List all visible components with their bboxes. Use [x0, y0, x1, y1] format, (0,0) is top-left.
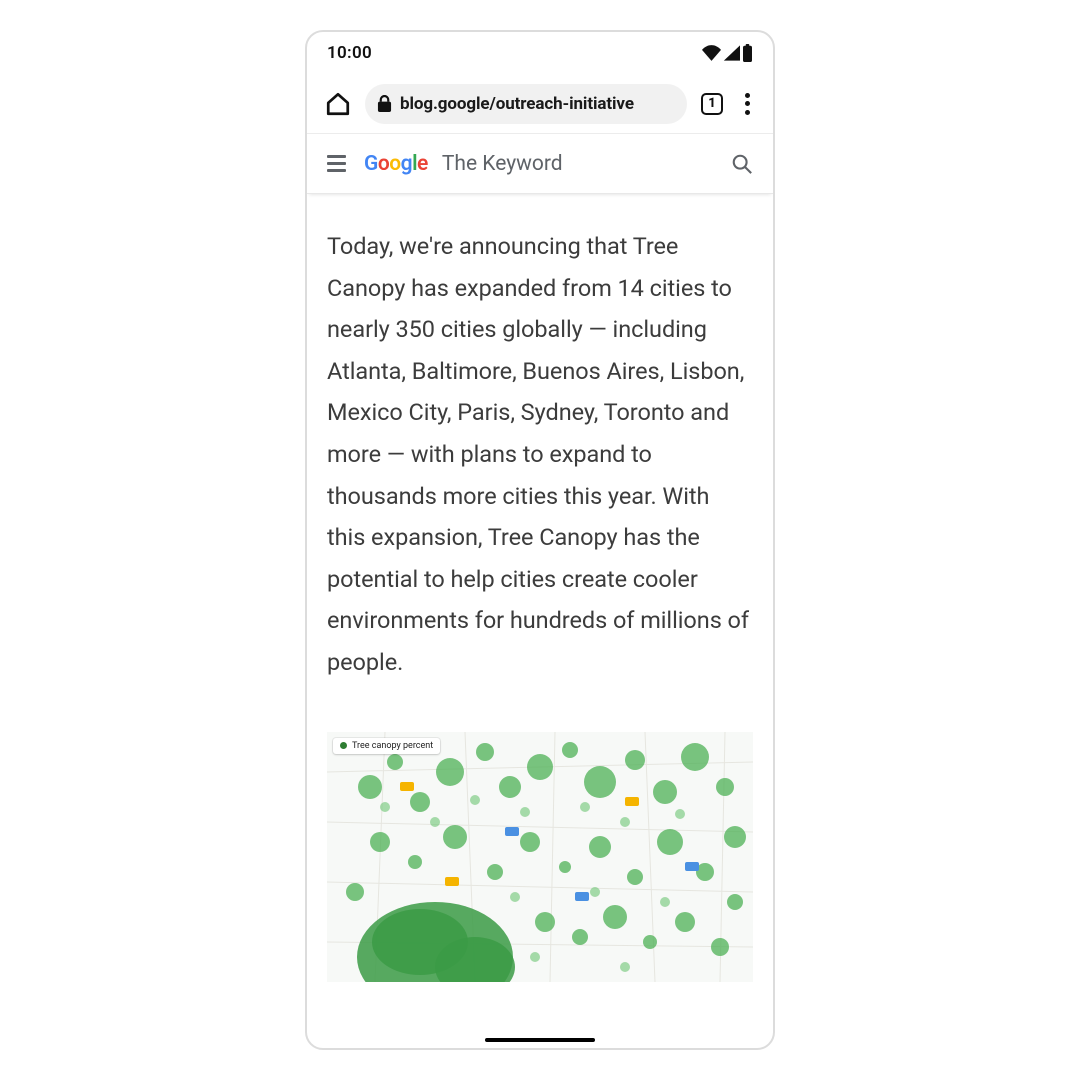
url-bar[interactable]: blog.google/outreach-initiative: [365, 84, 687, 124]
search-icon[interactable]: [731, 153, 753, 175]
browser-toolbar: blog.google/outreach-initiative 1: [307, 74, 773, 134]
map-legend: Tree canopy percent: [333, 738, 440, 754]
status-bar: 10:00: [307, 32, 773, 74]
status-icons: [702, 44, 753, 62]
site-title[interactable]: The Keyword: [442, 152, 563, 176]
tree-canopy-map[interactable]: Tree canopy percent: [327, 732, 753, 982]
home-icon[interactable]: [325, 91, 351, 117]
battery-icon: [742, 44, 753, 62]
tab-switcher[interactable]: 1: [701, 93, 723, 115]
map-image: [327, 732, 753, 982]
wifi-icon: [702, 45, 721, 61]
phone-frame: 10:00 blog.google/outreach-initiative 1 …: [305, 30, 775, 1050]
overflow-menu-icon[interactable]: [737, 89, 757, 119]
legend-label: Tree canopy percent: [352, 741, 433, 751]
url-text: blog.google/outreach-initiative: [400, 94, 634, 114]
google-logo[interactable]: Google: [364, 152, 428, 176]
gesture-nav-handle[interactable]: [485, 1038, 595, 1042]
cellular-icon: [723, 45, 740, 61]
site-header: Google The Keyword: [307, 134, 773, 194]
lock-icon: [377, 95, 392, 112]
article-body[interactable]: Today, we're announcing that Tree Canopy…: [307, 194, 773, 1048]
clock: 10:00: [327, 43, 372, 63]
article-paragraph: Today, we're announcing that Tree Canopy…: [327, 226, 753, 684]
hamburger-icon[interactable]: [327, 155, 346, 172]
tab-count-label: 1: [708, 96, 716, 111]
